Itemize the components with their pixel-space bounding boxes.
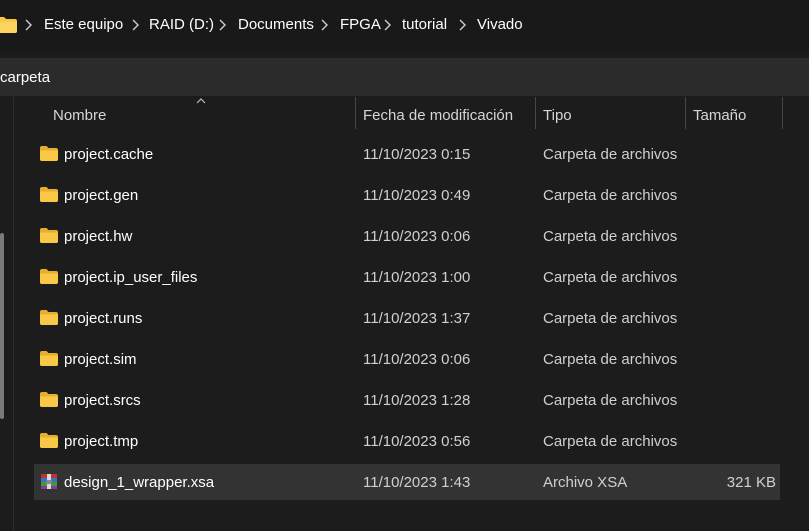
file-date-modified: 11/10/2023 1:00 bbox=[363, 269, 471, 286]
folder-icon bbox=[40, 146, 58, 161]
file-date-modified: 11/10/2023 0:15 bbox=[363, 146, 471, 163]
file-type: Carpeta de archivos bbox=[543, 392, 678, 409]
file-type: Carpeta de archivos bbox=[543, 228, 678, 245]
file-type: Carpeta de archivos bbox=[543, 433, 678, 450]
breadcrumb-tutorial[interactable]: tutorial bbox=[402, 15, 447, 35]
folder-icon bbox=[40, 433, 58, 448]
file-name: project.hw bbox=[64, 228, 133, 245]
file-type: Carpeta de archivos bbox=[543, 351, 678, 368]
file-name: project.srcs bbox=[64, 392, 141, 409]
chevron-right-icon bbox=[219, 19, 226, 31]
file-name: project.tmp bbox=[64, 433, 139, 450]
file-name: project.gen bbox=[64, 187, 139, 204]
file-name: project.ip_user_files bbox=[64, 269, 198, 286]
file-date-modified: 11/10/2023 0:56 bbox=[363, 433, 471, 450]
chevron-right-icon bbox=[384, 19, 391, 31]
chevron-right-icon bbox=[25, 19, 32, 31]
file-row[interactable]: project.cache 11/10/2023 0:15 Carpeta de a… bbox=[34, 136, 780, 172]
column-header-date-label: Fecha de modificación bbox=[363, 107, 514, 124]
file-row[interactable]: project.hw 11/10/2023 0:06 Carpeta de arch… bbox=[34, 218, 780, 254]
file-row[interactable]: project.gen 11/10/2023 0:49 Carpeta de arc… bbox=[34, 177, 780, 213]
file-date-modified: 11/10/2023 1:37 bbox=[363, 310, 471, 327]
breadcrumb-este-equipo[interactable]: Este equipo bbox=[44, 15, 123, 35]
navigation-pane-scrollbar[interactable] bbox=[0, 233, 4, 419]
sort-ascending-icon bbox=[196, 98, 206, 104]
file-date-modified: 11/10/2023 0:06 bbox=[363, 351, 471, 368]
file-date-modified: 11/10/2023 0:06 bbox=[363, 228, 471, 245]
file-type: Carpeta de archivos bbox=[543, 310, 678, 327]
breadcrumb-raid-d[interactable]: RAID (D:) bbox=[149, 15, 214, 35]
archive-icon bbox=[41, 474, 57, 489]
breadcrumb-vivado[interactable]: Vivado bbox=[477, 15, 523, 35]
folder-icon bbox=[40, 392, 58, 407]
file-type: Archivo XSA bbox=[543, 474, 628, 491]
file-row[interactable]: project.sim 11/10/2023 0:06 Carpeta de arc… bbox=[34, 341, 780, 377]
folder-icon bbox=[40, 310, 58, 325]
column-header-row: Nombre Fecha de modificación Tipo Tamaño bbox=[32, 97, 809, 133]
file-row[interactable]: design_1_wrapper.xsa 11/10/2023 1:43 Archi… bbox=[34, 464, 780, 500]
column-header-date[interactable]: Fecha de modificación bbox=[356, 97, 535, 133]
address-bar[interactable]: Este equipo RAID (D:) Documents FPGA tut… bbox=[0, 0, 809, 52]
column-separator[interactable] bbox=[782, 97, 783, 129]
file-name: design_1_wrapper.xsa bbox=[64, 474, 215, 491]
file-date-modified: 11/10/2023 1:43 bbox=[363, 474, 471, 491]
chevron-right-icon bbox=[459, 19, 466, 31]
folder-icon bbox=[40, 269, 58, 284]
file-name: project.runs bbox=[64, 310, 143, 327]
command-bar[interactable]: carpeta bbox=[0, 58, 809, 96]
file-size: 321 KB bbox=[726, 474, 776, 491]
file-row[interactable]: project.srcs 11/10/2023 1:28 Carpeta de ar… bbox=[34, 382, 780, 418]
column-header-size[interactable]: Tamaño bbox=[686, 97, 781, 133]
folder-icon bbox=[0, 17, 17, 33]
column-header-type-label: Tipo bbox=[543, 107, 572, 124]
chevron-right-icon bbox=[132, 19, 139, 31]
column-header-type[interactable]: Tipo bbox=[536, 97, 685, 133]
breadcrumb-documents[interactable]: Documents bbox=[238, 15, 314, 35]
file-name: project.sim bbox=[64, 351, 137, 368]
breadcrumb-fpga[interactable]: FPGA bbox=[340, 15, 381, 35]
file-date-modified: 11/10/2023 0:49 bbox=[363, 187, 471, 204]
chevron-right-icon bbox=[321, 19, 328, 31]
file-type: Carpeta de archivos bbox=[543, 187, 678, 204]
file-explorer-window: Este equipo RAID (D:) Documents FPGA tut… bbox=[0, 0, 809, 531]
column-header-name-label: Nombre bbox=[53, 107, 107, 124]
folder-icon bbox=[40, 228, 58, 243]
folder-icon bbox=[40, 351, 58, 366]
navigation-pane-divider[interactable] bbox=[13, 97, 14, 531]
file-row[interactable]: project.runs 11/10/2023 1:37 Carpeta de ar… bbox=[34, 300, 780, 336]
folder-icon bbox=[40, 187, 58, 202]
command-bar-text: carpeta bbox=[0, 69, 51, 86]
file-row[interactable]: project.tmp 11/10/2023 0:56 Carpeta de arc… bbox=[34, 423, 780, 459]
file-type: Carpeta de archivos bbox=[543, 269, 678, 286]
file-name: project.cache bbox=[64, 146, 154, 163]
file-row[interactable]: project.ip_user_files 11/10/2023 1:00 Carp… bbox=[34, 259, 780, 295]
file-type: Carpeta de archivos bbox=[543, 146, 678, 163]
column-header-name[interactable]: Nombre bbox=[32, 97, 354, 133]
file-date-modified: 11/10/2023 1:28 bbox=[363, 392, 471, 409]
column-header-size-label: Tamaño bbox=[693, 107, 747, 124]
